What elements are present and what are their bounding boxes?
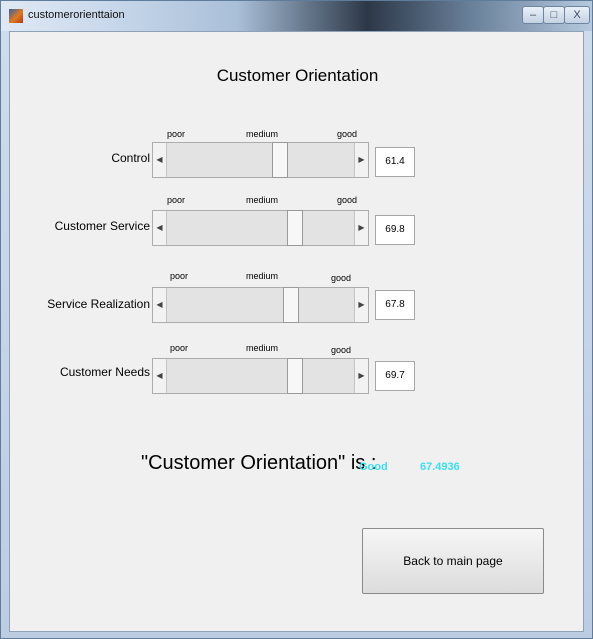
slider-thumb[interactable]: [272, 142, 289, 178]
back-to-main-page-button[interactable]: Back to main page: [362, 528, 544, 594]
control-slider[interactable]: ◀ ▶: [152, 142, 369, 178]
result-score: 67.4936: [420, 461, 460, 473]
app-window: customerorienttaion – □ X Customer Orien…: [0, 0, 593, 639]
customer-needs-slider[interactable]: ◀ ▶: [152, 358, 369, 394]
row-label-customer-needs: Customer Needs: [59, 365, 150, 379]
row-label-control: Control: [111, 151, 150, 165]
scale-label-poor: poor: [170, 343, 189, 353]
slider-right-arrow-icon[interactable]: ▶: [354, 359, 368, 393]
title-bar[interactable]: customerorienttaion – □ X: [1, 1, 592, 31]
window-title: customerorienttaion: [28, 9, 125, 21]
slider-thumb[interactable]: [286, 358, 303, 394]
matlab-app-icon: [9, 9, 23, 23]
slider-left-arrow-icon[interactable]: ◀: [153, 143, 167, 177]
customer-service-slider[interactable]: ◀ ▶: [152, 210, 369, 246]
slider-left-arrow-icon[interactable]: ◀: [153, 359, 167, 393]
slider-thumb[interactable]: [286, 210, 303, 246]
customer-service-value-field[interactable]: 69.8: [375, 215, 415, 245]
row-label-service-realization: Service Realization: [47, 297, 150, 311]
figure-panel: Customer Orientation poor medium good Co…: [9, 31, 584, 632]
scale-label-medium: medium: [246, 195, 279, 205]
customer-needs-value-field[interactable]: 69.7: [375, 361, 415, 391]
close-button[interactable]: X: [564, 6, 590, 24]
service-realization-slider[interactable]: ◀ ▶: [152, 287, 369, 323]
scale-label-medium: medium: [246, 129, 279, 139]
scale-label-good: good: [337, 129, 358, 139]
slider-right-arrow-icon[interactable]: ▶: [354, 143, 368, 177]
page-title: Customer Orientation: [216, 66, 379, 85]
slider-left-arrow-icon[interactable]: ◀: [153, 211, 167, 245]
row-label-customer-service: Customer Service: [54, 219, 150, 233]
maximize-button[interactable]: □: [543, 6, 565, 24]
scale-label-poor: poor: [167, 129, 186, 139]
scale-label-medium: medium: [246, 271, 279, 281]
scale-label-medium: medium: [246, 343, 279, 353]
scale-label-good: good: [331, 345, 352, 355]
scale-label-poor: poor: [170, 271, 189, 281]
result-label: "Customer Orientation" is :: [141, 452, 377, 474]
minimize-button[interactable]: –: [522, 6, 544, 24]
scale-label-good: good: [337, 195, 358, 205]
scale-label-good: good: [331, 273, 352, 283]
slider-left-arrow-icon[interactable]: ◀: [153, 288, 167, 322]
slider-right-arrow-icon[interactable]: ▶: [354, 211, 368, 245]
scale-label-poor: poor: [167, 195, 186, 205]
service-realization-value-field[interactable]: 67.8: [375, 290, 415, 320]
slider-right-arrow-icon[interactable]: ▶: [354, 288, 368, 322]
control-value-field[interactable]: 61.4: [375, 147, 415, 177]
result-status: Good: [359, 461, 388, 473]
slider-thumb[interactable]: [283, 287, 300, 323]
